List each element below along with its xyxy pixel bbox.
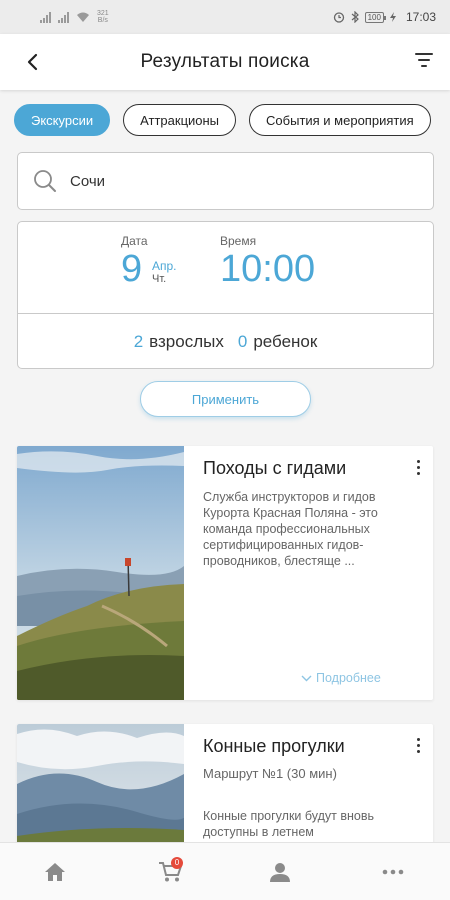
- filter-button[interactable]: [414, 53, 434, 69]
- date-month: Апр.: [152, 259, 177, 273]
- adults-group: 2 взрослых: [134, 332, 224, 352]
- date-day: 9: [121, 248, 143, 290]
- status-bar: 321 B/s 100 17:03: [0, 0, 450, 34]
- alarm-icon: [333, 12, 344, 23]
- date-label: Дата: [121, 234, 148, 248]
- category-chip-excursions[interactable]: Экскурсии: [14, 104, 111, 136]
- guests-selector[interactable]: 2 взрослых 0 ребенок: [18, 314, 433, 369]
- more-dots-icon: [382, 869, 404, 875]
- children-label: ребенок: [253, 331, 318, 351]
- network-speed-unit: B/s: [97, 17, 108, 24]
- category-chip-events[interactable]: События и мероприятия: [249, 104, 431, 136]
- nav-cart[interactable]: 0: [155, 857, 185, 887]
- result-description: Служба инструкторов и гидов Курорта Крас…: [203, 490, 378, 568]
- profile-icon: [270, 863, 290, 882]
- category-tabs: Экскурсии Аттракционы События и мероприя…: [14, 104, 450, 138]
- battery-icon: 100: [364, 11, 387, 23]
- more-link[interactable]: Подробнее: [301, 671, 381, 685]
- network-speed: 321 B/s: [97, 10, 109, 24]
- network-speed-value: 321: [97, 10, 109, 17]
- children-group: 0 ребенок: [238, 332, 317, 352]
- filter-icon: [415, 53, 433, 55]
- back-arrow-icon: [27, 53, 38, 71]
- time-label: Время: [220, 234, 257, 248]
- nav-home[interactable]: [40, 857, 70, 887]
- nav-more[interactable]: [378, 857, 408, 887]
- result-image: [17, 446, 184, 700]
- app-header: Результаты поиска: [0, 34, 450, 90]
- apply-button[interactable]: Применить: [140, 381, 311, 417]
- signal-icon: [40, 11, 51, 23]
- nav-profile[interactable]: [265, 857, 295, 887]
- adults-count: 2: [133, 331, 144, 351]
- card-menu-button[interactable]: [413, 736, 423, 754]
- more-vertical-icon: [416, 738, 420, 741]
- bottom-navigation: 0: [0, 842, 450, 900]
- status-right: 100 17:03: [333, 10, 436, 24]
- date-weekday: Чт.: [152, 273, 167, 285]
- more-vertical-icon: [416, 460, 420, 463]
- result-subtitle: Маршрут №1 (30 мин): [203, 766, 337, 781]
- cart-badge: 0: [171, 857, 183, 869]
- result-image: [17, 724, 184, 854]
- signal-icon: [58, 11, 69, 23]
- result-title[interactable]: Походы с гидами: [203, 458, 346, 479]
- page-title: Результаты поиска: [140, 51, 310, 72]
- charging-icon: [389, 12, 396, 22]
- adults-label: взрослых: [149, 331, 224, 351]
- search-input[interactable]: [70, 172, 390, 190]
- date-time-panel: Дата 9 Апр. Чт. Время 10:00 2 взрослых 0р…: [17, 221, 434, 369]
- status-time: 17:03: [405, 10, 436, 24]
- result-card[interactable]: Походы с гидами Служба инструкторов и ги…: [17, 446, 433, 700]
- search-icon: [34, 170, 56, 192]
- result-description: Конные прогулки будут вновь доступны в л…: [203, 809, 374, 839]
- more-link-label: Подробнее: [316, 671, 381, 685]
- back-button[interactable]: [20, 48, 44, 76]
- card-menu-button[interactable]: [413, 458, 423, 476]
- result-title[interactable]: Конные прогулки: [203, 736, 345, 757]
- battery-level: 100: [367, 12, 381, 22]
- home-icon: [45, 863, 65, 881]
- status-left: 321 B/s: [40, 10, 109, 24]
- wifi-icon: [77, 12, 89, 22]
- children-count: 0: [237, 331, 248, 351]
- date-time-selector[interactable]: Дата 9 Апр. Чт. Время 10:00: [18, 222, 433, 314]
- category-chip-attractions[interactable]: Аттракционы: [123, 104, 237, 136]
- bluetooth-icon: [351, 11, 359, 23]
- result-card[interactable]: Конные прогулки Маршрут №1 (30 мин) Конн…: [17, 724, 433, 854]
- search-box[interactable]: [17, 152, 434, 210]
- chevron-down-icon: [301, 675, 312, 681]
- time-value: 10:00: [220, 248, 316, 290]
